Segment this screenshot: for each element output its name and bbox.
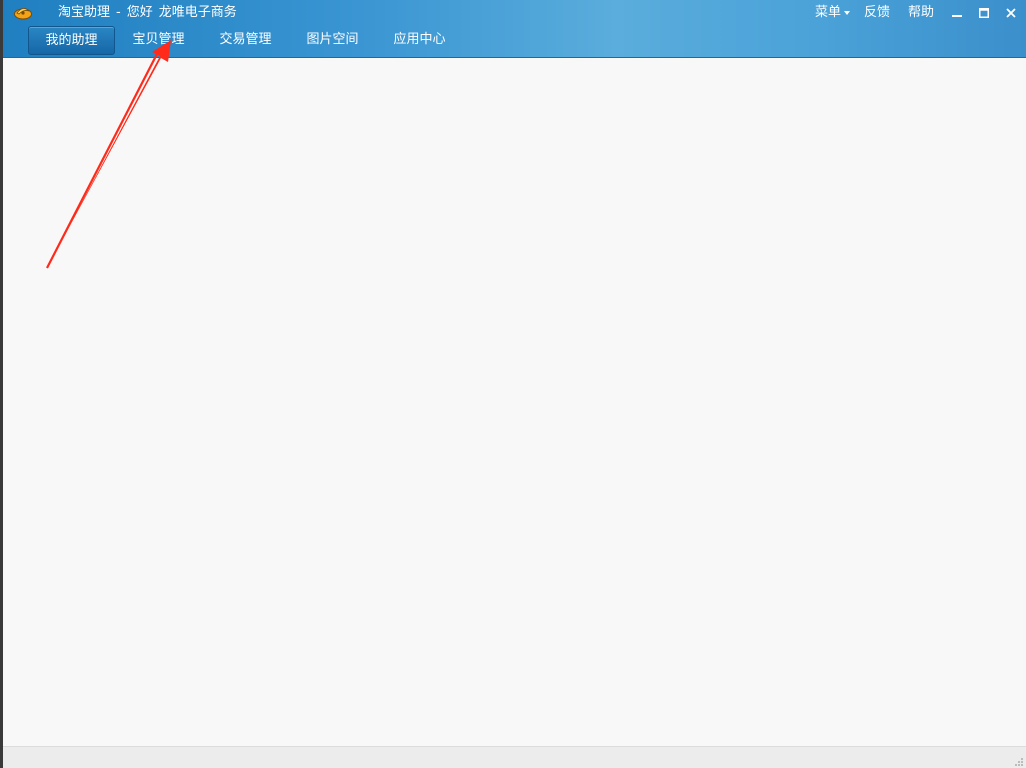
close-icon [1006, 8, 1016, 18]
main-tabs: 我的助理 宝贝管理 交易管理 图片空间 应用中心 [28, 26, 463, 55]
menu-label: 菜单 [814, 5, 841, 20]
app-window: 淘宝助理 - 您好 龙唯电子商务 菜单 反馈 帮助 我的助理 宝贝管理 交易管理… [0, 0, 1026, 768]
tab-trade-management[interactable]: 交易管理 [202, 26, 289, 53]
minimize-button[interactable] [946, 3, 968, 23]
status-bar [3, 746, 1026, 768]
window-title: 淘宝助理 - 您好 龙唯电子商务 [58, 4, 243, 22]
main-content-area [3, 58, 1023, 746]
resize-grip-icon[interactable] [1014, 757, 1024, 767]
minimize-icon [952, 15, 962, 17]
tab-my-assistant[interactable]: 我的助理 [28, 26, 115, 55]
close-button[interactable] [1000, 3, 1022, 23]
feedback-label: 反馈 [863, 5, 890, 20]
maximize-button[interactable] [973, 3, 995, 23]
app-name: 淘宝助理 [58, 5, 111, 20]
menu-button[interactable]: 菜单 [815, 3, 850, 23]
title-separator: - [116, 5, 121, 20]
feedback-link[interactable]: 反馈 [864, 3, 890, 23]
tab-image-space[interactable]: 图片空间 [289, 26, 376, 53]
account-name: 龙唯电子商务 [158, 5, 237, 20]
top-right-controls: 菜单 反馈 帮助 [801, 3, 1026, 23]
help-link[interactable]: 帮助 [908, 3, 934, 23]
greeting-text: 您好 [126, 5, 153, 20]
title-bar[interactable]: 淘宝助理 - 您好 龙唯电子商务 菜单 反馈 帮助 我的助理 宝贝管理 交易管理… [0, 0, 1026, 58]
maximize-icon [979, 8, 989, 18]
chevron-down-icon [843, 11, 850, 15]
taobao-logo-icon [14, 8, 32, 20]
help-label: 帮助 [907, 5, 934, 20]
tab-app-center[interactable]: 应用中心 [376, 26, 463, 53]
window-left-edge [0, 0, 3, 768]
tab-item-management[interactable]: 宝贝管理 [115, 26, 202, 53]
